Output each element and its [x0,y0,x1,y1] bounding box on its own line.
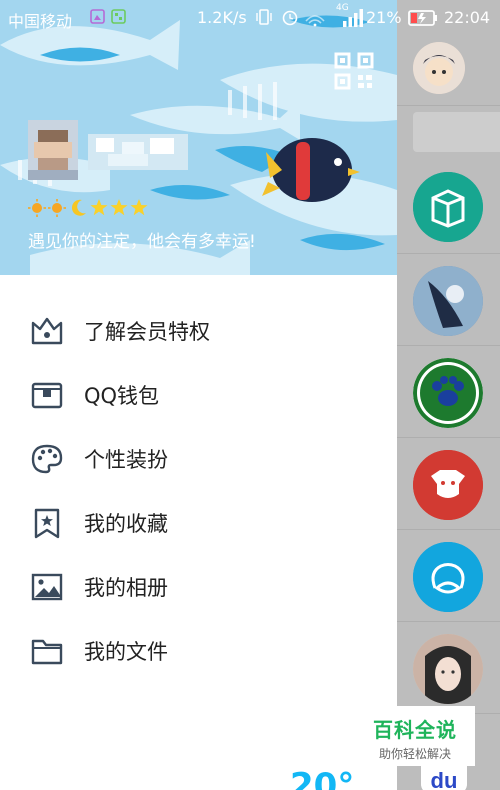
weather-temperature-partial[interactable]: 20° [290,766,354,790]
status-bar: 中国移动 1.2K/s 4G 21% 22:04 [0,0,500,36]
battery-icon [408,10,438,30]
avatar [413,450,483,520]
menu-label: 我的收藏 [84,512,168,536]
avatar [413,42,465,94]
svg-text:du: du [431,768,458,790]
palette-icon [30,443,64,475]
watermark-subtitle: 助你轻松解决 [378,747,451,761]
nickname-pixelated [88,128,188,176]
sun-icon [28,199,46,217]
vibrate-icon [256,9,272,25]
photo-icon [30,571,64,603]
wifi-icon [305,15,325,27]
qr-code-icon[interactable] [334,52,374,90]
avatar [413,358,483,428]
moon-icon [71,199,86,216]
menu-item-theme[interactable]: 个性装扮 [0,428,397,488]
avatar [413,266,483,336]
carrier-label: 中国移动 [8,12,73,31]
battery-percent: 21% [366,8,402,27]
menu-item-favorites[interactable]: 我的收藏 [0,492,397,552]
notification-icons [90,9,130,29]
star-icon [130,199,148,216]
menu-label: QQ钱包 [84,384,160,408]
wallet-icon [30,379,64,411]
list-item[interactable] [397,158,500,254]
list-item[interactable] [397,346,500,438]
star-icon [110,199,128,216]
level-icons [28,199,148,217]
clock: 22:04 [444,8,491,27]
watermark-logo: 百科全说 助你轻松解决 [355,706,475,766]
avatar [413,634,483,704]
bookmark-icon [30,507,64,539]
crown-icon [30,315,64,347]
menu-label: 了解会员特权 [84,320,210,344]
conversation-list: du [397,0,500,790]
folder-icon [30,635,64,667]
search-box-partial[interactable] [413,112,500,152]
menu-item-wallet[interactable]: QQ钱包 [0,364,397,424]
signal-icon [343,9,365,31]
list-item[interactable] [397,438,500,530]
status-icons [256,7,336,31]
alarm-icon [282,10,298,26]
list-item[interactable] [397,530,500,622]
avatar [413,172,483,242]
menu-label: 个性装扮 [84,448,168,472]
profile-signature[interactable]: 遇见你的注定，他会有多幸运! [28,227,256,252]
list-item[interactable] [397,622,500,714]
watermark-title: 百科全说 [373,718,457,742]
avatar [413,542,483,612]
side-drawer: 遇见你的注定，他会有多幸运! 了解会员特权 QQ钱包 个性装扮 我的收藏 我的相… [0,0,397,790]
sun-icon [48,199,66,217]
network-speed: 1.2K/s [197,8,247,27]
menu-item-files[interactable]: 我的文件 [0,620,397,680]
qq-level-icons[interactable] [28,198,152,218]
menu-item-album[interactable]: 我的相册 [0,556,397,616]
menu-label: 我的文件 [84,640,168,664]
profile-avatar[interactable] [28,120,78,180]
list-item[interactable] [397,36,500,106]
menu-item-vip[interactable]: 了解会员特权 [0,300,397,360]
star-icon [90,199,108,216]
list-item[interactable] [397,254,500,346]
menu-label: 我的相册 [84,576,168,600]
